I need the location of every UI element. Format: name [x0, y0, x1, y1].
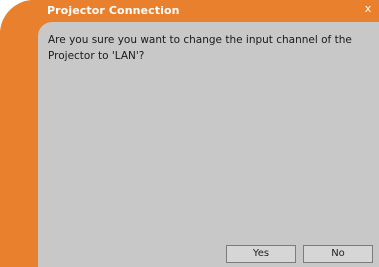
- confirmation-message: Are you sure you want to change the inpu…: [48, 34, 352, 62]
- window-title: Projector Connection: [47, 4, 180, 17]
- left-accent-band: [0, 22, 38, 267]
- no-button[interactable]: No: [303, 245, 373, 263]
- close-icon[interactable]: x: [361, 2, 375, 16]
- projector-connection-dialog: Projector Connection x Are you sure you …: [0, 0, 379, 267]
- yes-button[interactable]: Yes: [226, 245, 296, 263]
- dialog-content: Are you sure you want to change the inpu…: [38, 22, 379, 267]
- title-bar[interactable]: Projector Connection x: [0, 0, 379, 22]
